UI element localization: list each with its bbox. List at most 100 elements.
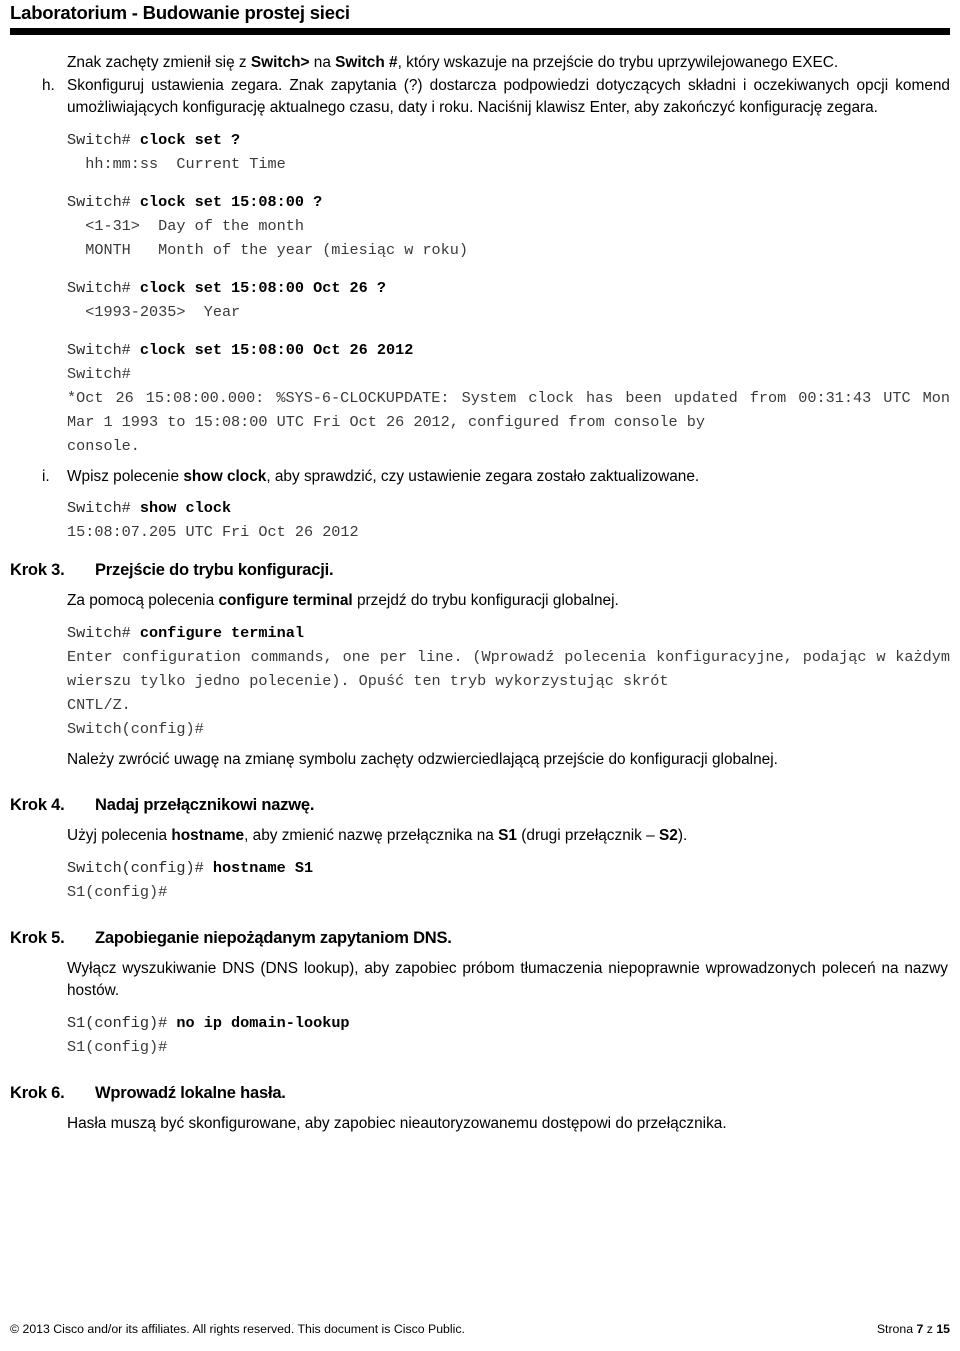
heading-krok-6: Krok 6. Wprowadź lokalne hasła. bbox=[0, 1081, 960, 1105]
list-item-i-text-1: Wpisz polecenie bbox=[67, 467, 184, 485]
cli-clock-set-full: Switch# clock set 15:08:00 Oct 26 2012 bbox=[0, 338, 960, 362]
krok-6-number: Krok 6. bbox=[10, 1083, 65, 1102]
cli-command: configure terminal bbox=[139, 623, 304, 642]
list-item-h-text: Skonfiguruj ustawienia zegara. Znak zapy… bbox=[67, 76, 950, 117]
cli-command: show clock bbox=[139, 499, 232, 517]
footer-page-number: Strona 7 z 15 bbox=[877, 1322, 950, 1337]
cli-clock-set-time-help: Switch# clock set 15:08:00 ? bbox=[0, 190, 960, 214]
intro-paragraph: Znak zachęty zmienił się z Switch> na Sw… bbox=[0, 52, 960, 75]
document-header: Laboratorium - Budowanie prostej sieci bbox=[10, 2, 950, 24]
heading-krok-4: Krok 4. Nadaj przełącznikowi nazwę. bbox=[0, 793, 960, 817]
krok-4-text-3: (drugi przełącznik – bbox=[516, 827, 659, 844]
cli-prompt: Switch# bbox=[67, 130, 140, 149]
cli-prompt: Switch# bbox=[67, 499, 140, 517]
cli-prompt-s1-config-2: S1(config)# bbox=[67, 1037, 168, 1056]
cli-config-output-line-2: CNTL/Z. bbox=[67, 695, 131, 714]
intro-bold-switch-user: Switch> bbox=[250, 54, 310, 71]
krok-4-text-2: , aby zmienić nazwę przełącznika na bbox=[244, 827, 499, 844]
krok-4-paragraph: Użyj polecenia hostname, aby zmienić naz… bbox=[0, 825, 960, 848]
cli-clock-set-date-output-1: <1993-2035> Year bbox=[67, 302, 241, 321]
cli-clock-set-time-output-2: MONTH Month of the year (miesiąc w roku) bbox=[67, 240, 469, 259]
krok-4-bold-s1: S1 bbox=[498, 827, 517, 844]
note-config-prompt: Należy zwrócić uwagę na zmianę symbolu z… bbox=[67, 750, 778, 768]
krok-5-number: Krok 5. bbox=[10, 928, 65, 947]
list-marker-i: i. bbox=[42, 467, 50, 485]
cli-command: clock set 15:08:00 Oct 26 2012 bbox=[139, 340, 414, 359]
krok-4-text-1: Użyj polecenia bbox=[67, 827, 172, 844]
cli-show-clock: Switch# show clock bbox=[0, 496, 960, 520]
cli-prompt: Switch(config)# bbox=[67, 858, 213, 877]
cli-log-line-2: console. bbox=[67, 436, 140, 455]
cli-log-line-1: *Oct 26 15:08:00.000: %SYS-6-CLOCKUPDATE… bbox=[67, 388, 950, 431]
intro-text-2: na bbox=[309, 54, 336, 71]
footer-copyright: © 2013 Cisco and/or its affiliates. All … bbox=[10, 1322, 465, 1336]
cli-command: clock set ? bbox=[139, 130, 241, 149]
list-item-h: h. Skonfiguruj ustawienia zegara. Znak z… bbox=[0, 75, 960, 120]
document-page: Laboratorium - Budowanie prostej sieci Z… bbox=[0, 0, 960, 1351]
intro-bold-switch-priv: Switch # bbox=[335, 54, 398, 71]
list-marker-h: h. bbox=[42, 76, 55, 94]
cli-prompt: Switch# bbox=[67, 192, 140, 211]
krok-3-number: Krok 3. bbox=[10, 561, 65, 579]
cli-clock-set-time-output-1: <1-31> Day of the month bbox=[67, 216, 304, 235]
list-item-i: i. Wpisz polecenie show clock, aby spraw… bbox=[0, 466, 960, 489]
krok-3-text-1: Za pomocą polecenia bbox=[67, 592, 219, 609]
krok-4-bold-s2: S2 bbox=[658, 827, 678, 844]
cli-show-clock-output: 15:08:07.205 UTC Fri Oct 26 2012 bbox=[67, 523, 359, 541]
list-item-i-text-2: , aby sprawdzić, czy ustawienie zegara z… bbox=[266, 467, 700, 485]
cli-prompt: Switch# bbox=[67, 278, 140, 297]
krok-3-paragraph: Za pomocą polecenia configure terminal p… bbox=[0, 590, 960, 613]
cli-prompt-config-mode: Switch(config)# bbox=[67, 719, 204, 738]
cli-no-ip-domain-lookup: S1(config)# no ip domain-lookup bbox=[0, 1011, 960, 1035]
cli-configure-terminal-output: Enter configuration commands, one per li… bbox=[0, 645, 960, 717]
cli-prompt-s1-config: S1(config)# bbox=[67, 882, 168, 901]
krok-4-bold-hostname: hostname bbox=[171, 827, 245, 844]
cli-config-output-line-1: Enter configuration commands, one per li… bbox=[67, 647, 950, 690]
krok-6-title: Wprowadź lokalne hasła. bbox=[95, 1083, 286, 1102]
footer-page-total: 15 bbox=[936, 1322, 950, 1336]
header-divider bbox=[10, 28, 950, 35]
cli-prompt-after-clock-set: Switch# bbox=[67, 364, 131, 383]
krok-4-title: Nadaj przełącznikowi nazwę. bbox=[95, 796, 315, 814]
cli-command: hostname S1 bbox=[212, 858, 314, 877]
cli-command: clock set 15:08:00 ? bbox=[139, 192, 323, 211]
heading-krok-5: Krok 5. Zapobieganie niepożądanym zapytan… bbox=[0, 926, 960, 950]
cli-command: no ip domain-lookup bbox=[176, 1013, 350, 1032]
cli-clock-set-help-output-1: hh:mm:ss Current Time bbox=[67, 154, 286, 173]
krok-5-paragraph: Wyłącz wyszukiwanie DNS (DNS lookup), ab… bbox=[67, 959, 948, 1000]
cli-clock-set-date-help: Switch# clock set 15:08:00 Oct 26 ? bbox=[0, 276, 960, 300]
cli-prompt: Switch# bbox=[67, 623, 140, 642]
krok-5-title: Zapobieganie niepożądanym zapytaniom DNS… bbox=[95, 928, 452, 947]
cli-command: clock set 15:08:00 Oct 26 ? bbox=[139, 278, 386, 297]
document-body: Znak zachęty zmienił się z Switch> na Sw… bbox=[0, 52, 960, 1135]
krok-3-title: Przejście do trybu konfiguracji. bbox=[95, 561, 334, 579]
krok-3-text-2: przejdź do trybu konfiguracji globalnej. bbox=[352, 592, 619, 609]
footer-page-label-pre: Strona bbox=[876, 1322, 917, 1336]
krok-6-paragraph: Hasła muszą być skonfigurowane, aby zapo… bbox=[67, 1114, 727, 1132]
intro-text-3: , który wskazuje na przejście do trybu u… bbox=[397, 54, 839, 71]
cli-clockupdate-log: *Oct 26 15:08:00.000: %SYS-6-CLOCKUPDATE… bbox=[0, 386, 960, 458]
document-footer: © 2013 Cisco and/or its affiliates. All … bbox=[10, 1322, 950, 1337]
intro-text-1: Znak zachęty zmienił się z bbox=[67, 54, 251, 71]
header-title: Laboratorium - Budowanie prostej sieci bbox=[10, 2, 350, 23]
cli-prompt: Switch# bbox=[67, 340, 140, 359]
heading-krok-3: Krok 3. Przejście do trybu konfiguracji. bbox=[0, 558, 960, 582]
